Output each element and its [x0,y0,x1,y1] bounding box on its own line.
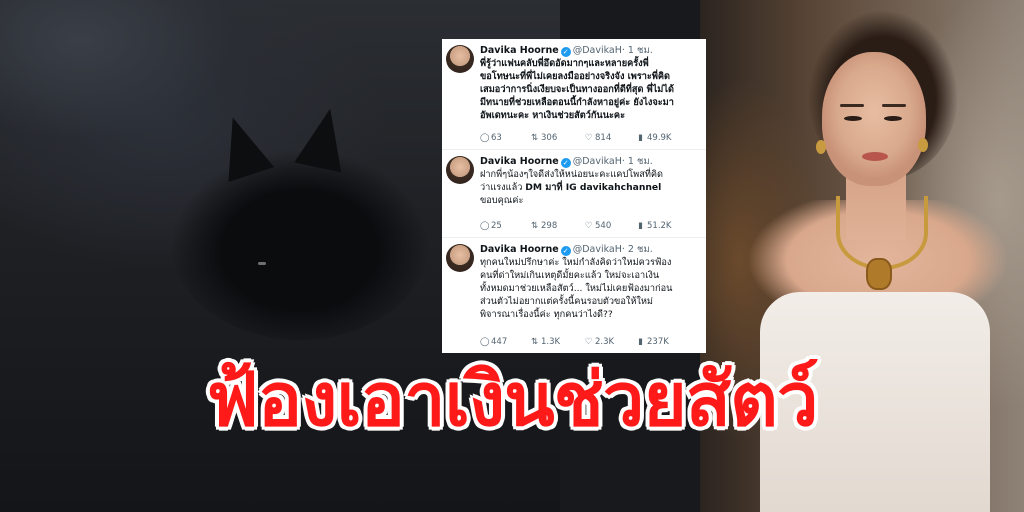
retweet-button[interactable]: ⇅ 298 [530,221,557,231]
cat-eye [258,262,266,265]
view-count: 49.9K [647,133,672,143]
view-count: 237K [647,337,669,347]
timestamp[interactable]: · 1 ชม. [622,156,653,167]
woman-face [822,52,926,186]
tweet-actions: ◯63 ⇅ 306 ♡ 814 ▮ 49.9K [480,133,702,145]
reply-count: 447 [491,337,508,347]
retweet-icon: ⇅ [530,221,539,231]
views-icon: ▮ [638,133,643,143]
display-name[interactable]: Davika Hoorne [480,244,559,255]
like-button[interactable]: ♡ 2.3K [584,337,614,347]
tweet-line: ทั้งหมดมาช่วยเหลือสัตว์... ใหม่ไม่เคยฟ้อ… [480,283,673,294]
tweet-line: พิจารณาเรื่องนี้ค่ะ ทุกคนว่าไงดี?? [480,309,613,320]
retweet-count: 306 [541,133,558,143]
heart-icon: ♡ [584,221,593,231]
heart-icon: ♡ [584,133,593,143]
tweet-line: ทุกคนใหม่ปรึกษาค่ะ ใหม่กำลังคิดว่าใหม่คว… [480,257,672,268]
retweet-count: 1.3K [541,337,561,347]
like-count: 2.3K [595,337,615,347]
comment-icon: ◯ [480,133,490,143]
retweet-count: 298 [541,221,558,231]
timestamp[interactable]: · 1 ชม. [622,45,653,56]
tweet-line: ว่าแรงแล้ว DM มาที่ IG davikahchannel [480,181,702,194]
tweet-text: ฝากพี่ๆน้องๆใจดีส่งให้หน่อยนะคะแคปโพสที่… [480,168,702,207]
headline-text: ฟ้องเอาเงินช่วยสัตว์ [206,357,818,443]
retweet-button[interactable]: ⇅ 306 [530,133,557,143]
like-count: 814 [595,133,612,143]
tweet-line: อัพเดทนะคะ หาเงินช่วยสัตว์กันนะคะ [480,110,626,121]
view-count: 51.2K [647,221,672,231]
tweet[interactable]: Davika Hoorne ✓ @DavikaH· 1 ชม. ฝากพี่ๆน้อ… [442,150,706,238]
tweet-text-segment: ว่าแรงแล้ว [480,182,526,193]
tweet-line: มีทนายที่ช่วยเหลือตอนนี้กำลังหาอยู่ค่ะ ย… [480,97,674,108]
timestamp[interactable]: · 2 ชม. [622,244,653,255]
tweet-header: Davika Hoorne ✓ @DavikaH· 1 ชม. [480,43,653,58]
tweets-screenshot: Davika Hoorne ✓ @DavikaH· 1 ชม. พี่รู้ว่าแ… [442,39,706,353]
retweet-button[interactable]: ⇅ 1.3K [530,337,560,347]
reply-count: 63 [491,133,502,143]
verified-badge-icon: ✓ [560,246,571,256]
like-button[interactable]: ♡ 814 [584,133,612,143]
tweet-line: ฝากพี่ๆน้องๆใจดีส่งให้หน่อยนะคะแคปโพสที่… [480,169,663,180]
tweet-text-bold: DM มาที่ IG davikahchannel [525,182,662,193]
earring [918,138,928,152]
display-name[interactable]: Davika Hoorne [480,45,559,56]
tweet-line: เสมอว่าการนิ่งเงียบจะเป็นทางออกที่ดีที่ส… [480,84,674,95]
handle[interactable]: @DavikaH [573,244,622,255]
eye [884,116,902,121]
reply-button[interactable]: ◯63 [480,133,502,143]
reply-count: 25 [491,221,502,231]
reply-button[interactable]: ◯25 [480,221,502,231]
comment-icon: ◯ [480,337,490,347]
handle[interactable]: @DavikaH [573,45,622,56]
tweet-text: ทุกคนใหม่ปรึกษาค่ะ ใหม่กำลังคิดว่าใหม่คว… [480,256,702,321]
verified-badge-icon: ✓ [560,158,571,168]
tweet-line: ขอโทษนะที่พี่ไม่เคยลงมืออย่างจริงจัง เพร… [480,71,671,82]
handle[interactable]: @DavikaH [573,156,622,167]
eyebrow [840,104,864,107]
comment-icon: ◯ [480,221,490,231]
views-icon: ▮ [638,337,643,347]
retweet-icon: ⇅ [530,133,539,143]
like-button[interactable]: ♡ 540 [584,221,612,231]
tweet-line: ขอบคุณค่ะ [480,195,524,206]
display-name[interactable]: Davika Hoorne [480,156,559,167]
retweet-icon: ⇅ [530,337,539,347]
tweet-line: คนที่ด่าใหม่เกินเหตุดีมั้ยคะแล้ว ใหม่จะเ… [480,270,660,281]
tweet-header: Davika Hoorne ✓ @DavikaH· 2 ชม. [480,242,653,257]
tweet-line: พี่รู้ว่าแฟนคลับพี่อึดอัดมากๆและหลายครั้… [480,58,649,69]
verified-badge-icon: ✓ [560,47,571,57]
reply-button[interactable]: ◯447 [480,337,507,347]
tweet[interactable]: Davika Hoorne ✓ @DavikaH· 1 ชม. พี่รู้ว่าแ… [442,39,706,150]
eyebrow [882,104,906,107]
tweet-header: Davika Hoorne ✓ @DavikaH· 1 ชม. [480,154,653,169]
tweet[interactable]: Davika Hoorne ✓ @DavikaH· 2 ชม. ทุกคนใหม่ป… [442,238,706,353]
heart-icon: ♡ [584,337,593,347]
tweet-actions: ◯25 ⇅ 298 ♡ 540 ▮ 51.2K [480,221,702,233]
eye [844,116,862,121]
tweet-text: พี่รู้ว่าแฟนคลับพี่อึดอัดมากๆและหลายครั้… [480,57,702,122]
like-count: 540 [595,221,612,231]
views-button[interactable]: ▮ 237K [636,337,669,347]
avatar[interactable] [446,45,474,73]
views-button[interactable]: ▮ 49.9K [636,133,672,143]
necklace-pendant [866,258,892,290]
lips [862,152,888,161]
tweet-line: ส่วนตัวไม่อยากแต่ครั้งนี้คนรอบตัวขอให้ให… [480,296,653,307]
views-button[interactable]: ▮ 51.2K [636,221,672,231]
black-cat [170,140,430,340]
avatar[interactable] [446,244,474,272]
avatar[interactable] [446,156,474,184]
earring [816,140,826,154]
views-icon: ▮ [638,221,643,231]
